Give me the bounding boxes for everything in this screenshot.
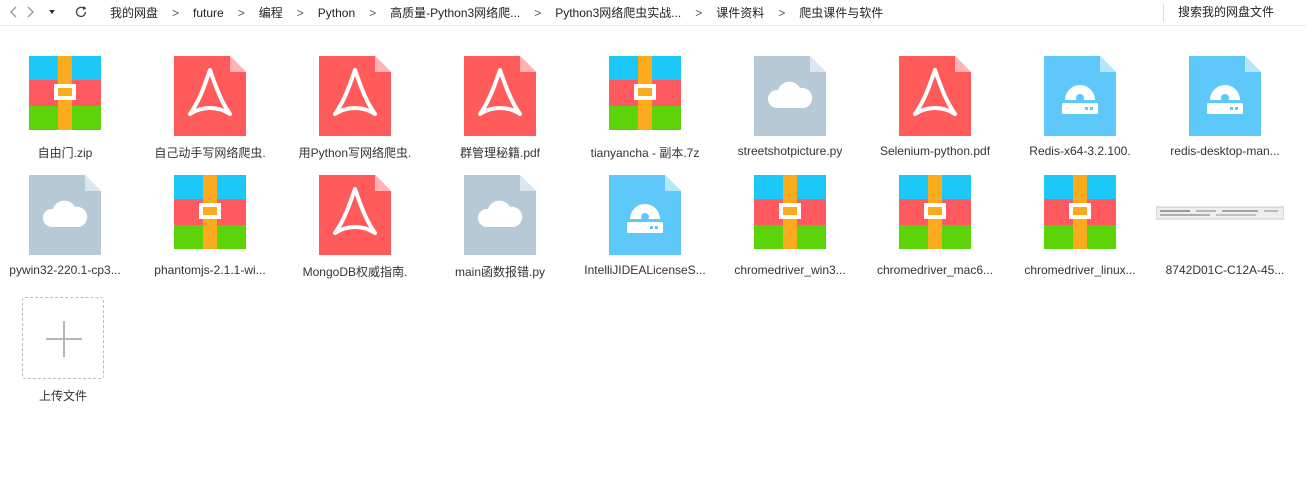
file-item[interactable]: chromedriver_linux...: [1015, 157, 1145, 277]
file-icon: [899, 175, 971, 255]
pdf-file-icon: [464, 56, 536, 136]
file-name: Selenium-python.pdf: [879, 144, 991, 158]
chevron-left-icon: [10, 6, 17, 18]
file-icon: [464, 175, 536, 255]
file-icon: [319, 56, 391, 136]
file-item[interactable]: tianyancha - 副本.7z: [580, 38, 710, 160]
caret-down-icon: [49, 10, 55, 14]
breadcrumb-item[interactable]: future: [193, 6, 224, 20]
file-name: MongoDB权威指南.: [302, 265, 408, 279]
pdf-file-icon: [319, 175, 391, 255]
history-dropdown-button[interactable]: [42, 2, 62, 22]
file-name: pywin32-220.1-cp3...: [9, 263, 121, 277]
file-item[interactable]: main函数报错.py: [435, 157, 565, 279]
image-thumbnail-icon: [1156, 206, 1284, 220]
file-icon: [174, 56, 246, 136]
file-icon: [899, 56, 971, 136]
file-item[interactable]: IntelliJIDEALicenseS...: [580, 157, 710, 277]
top-bar: 我的网盘 > future > 编程 > Python > 高质量-Python…: [0, 0, 1306, 26]
archive-file-icon: [899, 175, 971, 249]
archive-file-icon: [1044, 175, 1116, 249]
file-icon: [1156, 175, 1284, 255]
file-item[interactable]: chromedriver_win3...: [725, 157, 855, 277]
breadcrumb-item[interactable]: Python3网络爬虫实战...: [555, 4, 681, 21]
file-item[interactable]: Selenium-python.pdf: [870, 38, 1000, 158]
cloud-file-icon: [754, 56, 826, 136]
file-item[interactable]: 自由门.zip: [0, 38, 130, 160]
file-item[interactable]: phantomjs-2.1.1-wi...: [145, 157, 275, 277]
file-icon: [319, 175, 391, 255]
file-icon: [1189, 56, 1261, 136]
file-icon: [1044, 175, 1116, 255]
file-name: chromedriver_win3...: [734, 263, 846, 277]
upload-label: 上传文件: [38, 389, 87, 403]
file-icon: [754, 56, 826, 136]
archive-file-icon: [609, 56, 681, 130]
breadcrumb-current: 爬虫课件与软件: [799, 6, 884, 20]
file-icon: [174, 175, 246, 255]
file-name: streetshotpicture.py: [737, 144, 843, 158]
breadcrumb-separator-icon: >: [778, 5, 786, 20]
installer-file-icon: [609, 175, 681, 255]
cloud-file-icon: [29, 175, 101, 255]
file-icon: [754, 175, 826, 255]
file-name: chromedriver_mac6...: [876, 263, 994, 277]
cloud-file-icon: [464, 175, 536, 255]
file-item[interactable]: 群管理秘籍.pdf: [435, 38, 565, 160]
pdf-file-icon: [319, 56, 391, 136]
file-item[interactable]: 用Python写网络爬虫.: [290, 38, 420, 160]
file-item[interactable]: streetshotpicture.py: [725, 38, 855, 158]
file-item[interactable]: pywin32-220.1-cp3...: [0, 157, 130, 277]
file-name: IntelliJIDEALicenseS...: [584, 263, 706, 277]
file-item[interactable]: 自己动手写网络爬虫.: [145, 38, 275, 160]
file-item[interactable]: chromedriver_mac6...: [870, 157, 1000, 277]
refresh-button[interactable]: [71, 2, 91, 22]
pdf-file-icon: [174, 56, 246, 136]
forward-button[interactable]: [20, 2, 40, 22]
breadcrumb-separator-icon: >: [369, 5, 377, 20]
refresh-icon: [75, 6, 87, 18]
installer-file-icon: [1189, 56, 1261, 136]
file-name: phantomjs-2.1.1-wi...: [154, 263, 266, 277]
chevron-right-icon: [27, 6, 34, 18]
file-name: redis-desktop-man...: [1170, 144, 1280, 158]
file-name: 8742D01C-C12A-45...: [1165, 263, 1285, 277]
file-icon: [609, 56, 681, 136]
breadcrumb-item[interactable]: 编程: [259, 4, 283, 21]
installer-file-icon: [1044, 56, 1116, 136]
archive-file-icon: [29, 56, 101, 130]
breadcrumb-separator-icon: >: [296, 5, 304, 20]
file-item[interactable]: Redis-x64-3.2.100.: [1015, 38, 1145, 158]
plus-icon: [63, 321, 65, 357]
file-icon: [29, 56, 101, 136]
breadcrumb-separator-icon: >: [695, 5, 703, 20]
file-item[interactable]: redis-desktop-man...: [1160, 38, 1290, 158]
file-icon: [464, 56, 536, 136]
breadcrumb-item[interactable]: 高质量-Python3网络爬...: [390, 4, 520, 21]
file-icon: [609, 175, 681, 255]
breadcrumb-separator-icon: >: [534, 5, 542, 20]
breadcrumb-item[interactable]: 课件资料: [716, 4, 764, 21]
file-name: Redis-x64-3.2.100.: [1029, 144, 1131, 158]
archive-file-icon: [754, 175, 826, 249]
archive-file-icon: [174, 175, 246, 249]
pdf-file-icon: [899, 56, 971, 136]
breadcrumb: 我的网盘 > future > 编程 > Python > 高质量-Python…: [110, 0, 883, 25]
file-name: chromedriver_linux...: [1024, 263, 1136, 277]
breadcrumb-item[interactable]: Python: [318, 6, 355, 20]
breadcrumb-separator-icon: >: [237, 5, 245, 20]
file-item[interactable]: MongoDB权威指南.: [290, 157, 420, 279]
file-name: main函数报错.py: [454, 265, 546, 279]
upload-button[interactable]: [22, 297, 104, 379]
file-icon: [1044, 56, 1116, 136]
breadcrumb-separator-icon: >: [172, 5, 180, 20]
breadcrumb-item[interactable]: 我的网盘: [110, 4, 158, 21]
file-item[interactable]: 8742D01C-C12A-45...: [1156, 157, 1290, 277]
search-my-files-link[interactable]: 搜索我的网盘文件: [1178, 0, 1274, 25]
toolbar-divider: [1163, 4, 1164, 22]
file-icon: [29, 175, 101, 255]
